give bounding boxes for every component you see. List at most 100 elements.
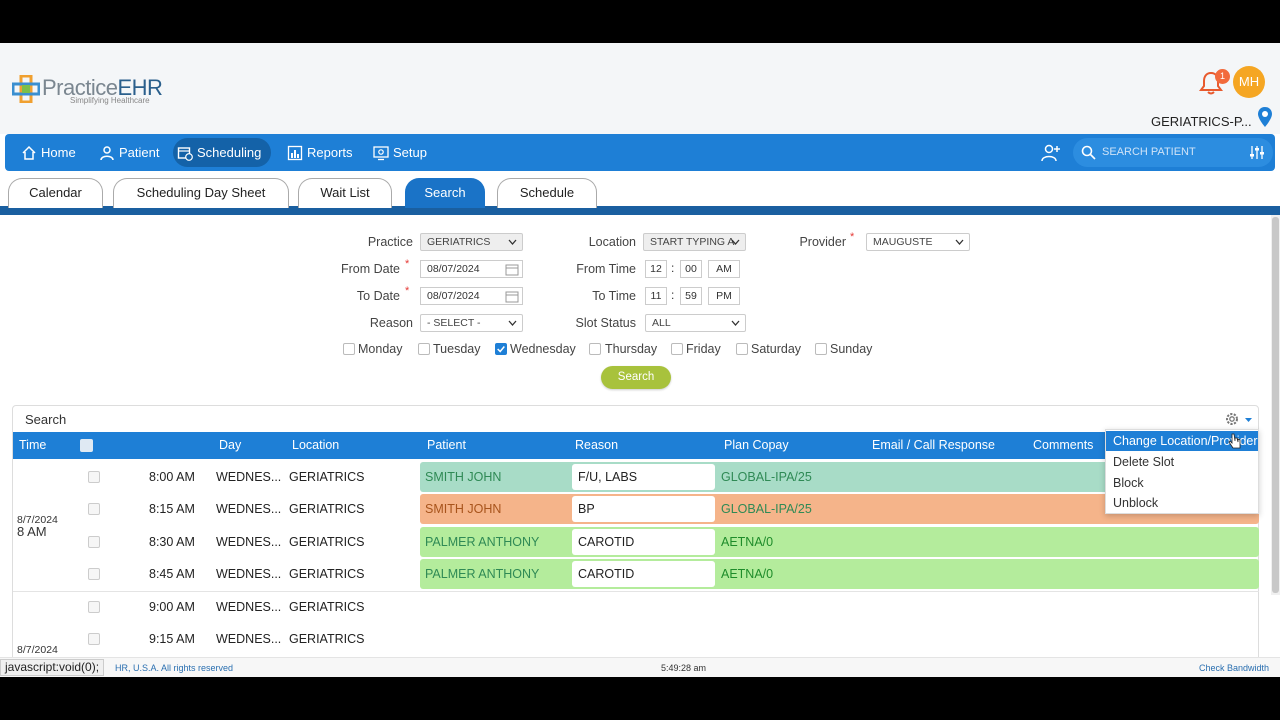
col-reason[interactable]: Reason <box>575 432 618 459</box>
to-hour-input[interactable]: 11 <box>645 287 667 305</box>
provider-label: Provider <box>799 235 846 249</box>
practiceehr-logo[interactable]: PracticeEHR Simplifying Healthcare <box>12 73 163 107</box>
col-day[interactable]: Day <box>219 432 241 459</box>
table-row[interactable]: 8:45 AM WEDNES... GERIATRICS PALMER ANTH… <box>13 558 1259 590</box>
row-plan-copay: GLOBAL-IPA/25 <box>721 502 812 516</box>
row-checkbox[interactable] <box>88 633 100 645</box>
check-bandwidth-link[interactable]: Check Bandwidth <box>1199 663 1269 673</box>
reason-label: Reason <box>369 316 413 330</box>
gear-icon[interactable] <box>1224 411 1240 427</box>
col-time[interactable]: Time <box>19 432 46 459</box>
provider-select[interactable]: MAUGUSTE <box>866 233 970 251</box>
to-ampm-input[interactable]: PM <box>708 287 740 305</box>
menu-delete-slot[interactable]: Delete Slot <box>1106 452 1258 472</box>
saturday-checkbox[interactable] <box>736 343 748 355</box>
from-hour-input[interactable]: 12 <box>645 260 667 278</box>
menu-block[interactable]: Block <box>1106 473 1258 493</box>
row-time: 8:45 AM <box>149 567 195 581</box>
patient-search-input[interactable]: SEARCH PATIENT <box>1102 138 1196 167</box>
thursday-checkbox[interactable] <box>589 343 601 355</box>
practice-label: Practice <box>367 235 413 249</box>
nav-home[interactable]: Home <box>17 138 76 167</box>
scrollbar-thumb[interactable] <box>1272 217 1279 593</box>
from-date-required-mark: * <box>405 258 410 270</box>
logo-cross-icon <box>12 75 40 103</box>
friday-checkbox[interactable] <box>671 343 683 355</box>
from-minute-input[interactable]: 00 <box>680 260 702 278</box>
col-patient[interactable]: Patient <box>427 432 466 459</box>
table-row[interactable]: 8:30 AM WEDNES... GERIATRICS PALMER ANTH… <box>13 526 1259 558</box>
table-row[interactable]: 9:15 AM WEDNES... GERIATRICS <box>13 623 1259 655</box>
from-ampm-input[interactable]: AM <box>708 260 740 278</box>
provider-required-mark: * <box>850 231 855 243</box>
row-checkbox[interactable] <box>88 471 100 483</box>
from-date-value: 08/07/2024 <box>427 263 480 275</box>
tab-schedule[interactable]: Schedule <box>497 178 597 208</box>
friday-label: Friday <box>686 342 721 356</box>
row-checkbox[interactable] <box>88 536 100 548</box>
menu-unblock[interactable]: Unblock <box>1106 493 1258 513</box>
tab-calendar[interactable]: Calendar <box>8 178 103 208</box>
row-location: GERIATRICS <box>289 470 365 484</box>
col-comments[interactable]: Comments <box>1033 432 1093 459</box>
footer-clock: 5:49:28 am <box>661 663 707 673</box>
calendar-icon[interactable] <box>505 290 519 303</box>
tab-scheduling-day-sheet[interactable]: Scheduling Day Sheet <box>113 178 289 208</box>
monday-checkbox[interactable] <box>343 343 355 355</box>
nav-setup[interactable]: Setup <box>369 138 427 167</box>
row-patient[interactable]: PALMER ANTHONY <box>425 527 539 557</box>
tab-wait-list[interactable]: Wait List <box>298 178 392 208</box>
user-icon <box>100 146 114 161</box>
chevron-down-icon <box>731 239 740 245</box>
user-avatar[interactable]: MH <box>1233 66 1265 98</box>
row-patient[interactable]: SMITH JOHN <box>425 494 501 524</box>
search-button[interactable]: Search <box>601 366 671 389</box>
filter-sliders-icon[interactable] <box>1249 145 1265 160</box>
nav-scheduling[interactable]: Scheduling <box>173 138 272 167</box>
row-location: GERIATRICS <box>289 600 365 614</box>
location-pin-icon[interactable] <box>1257 106 1273 128</box>
to-date-value: 08/07/2024 <box>427 290 480 302</box>
nav-setup-label: Setup <box>393 145 427 160</box>
nav-home-label: Home <box>41 145 76 160</box>
col-plan-copay[interactable]: Plan Copay <box>724 432 789 459</box>
tuesday-checkbox[interactable] <box>418 343 430 355</box>
row-patient[interactable]: PALMER ANTHONY <box>425 559 539 589</box>
wednesday-checkbox[interactable] <box>495 343 507 355</box>
nav-patient[interactable]: Patient <box>95 138 159 167</box>
row-day: WEDNES... <box>216 535 282 549</box>
appointment-band <box>420 527 1259 557</box>
row-patient[interactable]: SMITH JOHN <box>425 462 501 492</box>
tab-search[interactable]: Search <box>405 178 485 208</box>
from-time-label: From Time <box>576 262 636 276</box>
settings-screen-icon <box>373 146 389 161</box>
select-all-checkbox[interactable] <box>80 439 93 452</box>
to-minute-input[interactable]: 59 <box>680 287 702 305</box>
row-checkbox[interactable] <box>88 503 100 515</box>
patient-search-box[interactable]: SEARCH PATIENT <box>1073 138 1273 167</box>
row-time: 9:00 AM <box>149 600 195 614</box>
to-date-label: To Date <box>356 289 400 303</box>
sunday-label: Sunday <box>830 342 873 356</box>
col-location[interactable]: Location <box>292 432 339 459</box>
table-row[interactable]: 8:15 AM WEDNES... GERIATRICS SMITH JOHN … <box>13 493 1259 525</box>
sunday-checkbox[interactable] <box>815 343 827 355</box>
add-patient-icon[interactable] <box>1041 143 1061 163</box>
row-checkbox[interactable] <box>88 568 100 580</box>
calendar-icon[interactable] <box>505 263 519 276</box>
table-row[interactable]: 9:00 AM WEDNES... GERIATRICS <box>13 591 1259 623</box>
caret-down-icon[interactable] <box>1245 417 1252 423</box>
reason-select[interactable]: - SELECT - <box>420 314 523 332</box>
location-select[interactable]: START TYPING A <box>643 233 746 251</box>
practice-select[interactable]: GERIATRICS <box>420 233 523 251</box>
row-plan-copay: AETNA/0 <box>721 567 774 581</box>
row-plan-copay: AETNA/0 <box>721 535 774 549</box>
table-row[interactable]: 8:00 AM WEDNES... GERIATRICS SMITH JOHN … <box>13 461 1259 493</box>
to-date-input[interactable]: 08/07/2024 <box>420 287 523 305</box>
nav-reports[interactable]: Reports <box>283 138 353 167</box>
from-date-input[interactable]: 08/07/2024 <box>420 260 523 278</box>
current-practice-label[interactable]: GERIATRICS-P... <box>1151 114 1252 129</box>
row-checkbox[interactable] <box>88 601 100 613</box>
col-email-call-response[interactable]: Email / Call Response <box>872 432 995 459</box>
slot-status-select[interactable]: ALL <box>645 314 746 332</box>
